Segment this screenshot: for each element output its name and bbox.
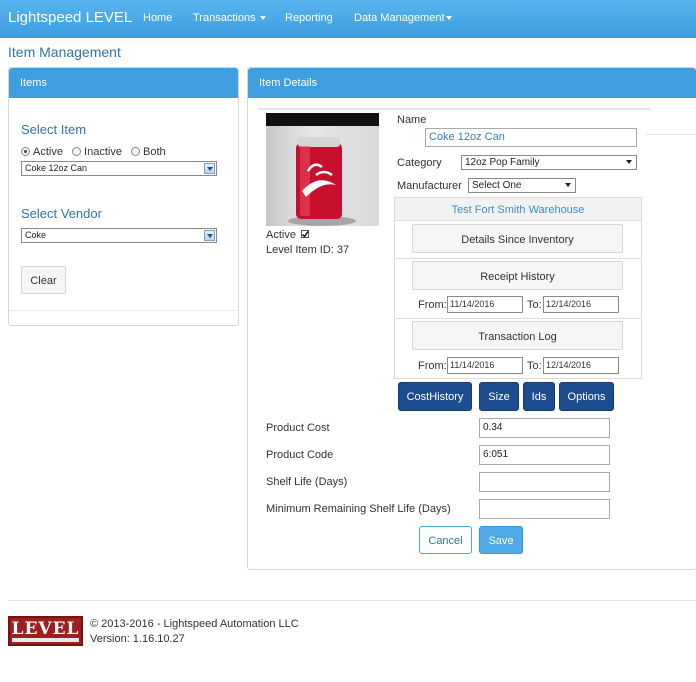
product-image bbox=[266, 113, 379, 226]
cost-history-button[interactable]: CostHistory bbox=[398, 382, 472, 411]
category-label: Category bbox=[397, 157, 442, 169]
items-panel: Items Select Item Active Inactive Both C… bbox=[8, 67, 239, 326]
product-code-input[interactable]: 6:051 bbox=[479, 445, 610, 465]
item-details-header: Item Details bbox=[248, 68, 696, 98]
panel-divider bbox=[9, 310, 238, 311]
items-panel-header: Items bbox=[9, 68, 238, 98]
nav-data-management[interactable]: Data Management bbox=[354, 12, 452, 24]
product-code-label: Product Code bbox=[266, 449, 334, 461]
radio-active-label: Active bbox=[33, 146, 63, 158]
radio-inactive-icon bbox=[72, 147, 82, 156]
manufacturer-label: Manufacturer bbox=[397, 180, 462, 192]
level-logo: LEVEL bbox=[8, 616, 83, 646]
nav-transactions-label: Transactions bbox=[193, 12, 256, 24]
clear-button[interactable]: Clear bbox=[21, 266, 66, 294]
product-cost-input[interactable]: 0.34 bbox=[479, 418, 610, 438]
item-select-value: Coke 12oz Can bbox=[25, 163, 88, 173]
top-navbar: Lightspeed LEVEL Home Transactions Repor… bbox=[0, 0, 696, 38]
details-since-inventory-button[interactable]: Details Since Inventory bbox=[412, 224, 623, 253]
radio-inactive[interactable]: Inactive bbox=[72, 146, 122, 158]
chevron-down-icon bbox=[445, 16, 452, 21]
inventory-box: Test Fort Smith Warehouse Details Since … bbox=[394, 197, 642, 379]
can-highlight bbox=[300, 146, 310, 216]
brand-title[interactable]: Lightspeed LEVEL bbox=[8, 9, 132, 26]
active-checkbox-row: Active bbox=[266, 229, 310, 241]
chevron-down-icon bbox=[204, 230, 215, 241]
shelf-life-input[interactable] bbox=[479, 472, 610, 492]
receipt-history-button[interactable]: Receipt History bbox=[412, 261, 623, 290]
log-from-date[interactable]: 11/14/2016 bbox=[447, 357, 523, 374]
transaction-log-button[interactable]: Transaction Log bbox=[412, 321, 623, 350]
cancel-button[interactable]: Cancel bbox=[419, 526, 472, 554]
log-to-label: To: bbox=[527, 360, 542, 372]
active-label: Active bbox=[266, 229, 296, 241]
chevron-down-icon bbox=[259, 16, 266, 21]
manufacturer-select[interactable]: Select One bbox=[468, 178, 576, 193]
receipt-from-label: From: bbox=[418, 299, 447, 311]
chevron-down-icon bbox=[563, 180, 574, 191]
item-select[interactable]: Coke 12oz Can bbox=[21, 161, 217, 176]
log-from-label: From: bbox=[418, 360, 447, 372]
chevron-down-icon bbox=[624, 157, 635, 168]
footer-divider bbox=[8, 600, 696, 601]
save-button[interactable]: Save bbox=[479, 526, 523, 554]
radio-active-icon bbox=[21, 147, 30, 156]
logo-text: LEVEL bbox=[11, 619, 80, 639]
level-item-id: Level Item ID: 37 bbox=[266, 244, 350, 256]
receipt-from-date[interactable]: 11/14/2016 bbox=[447, 296, 523, 313]
min-shelf-life-input[interactable] bbox=[479, 499, 610, 519]
category-select[interactable]: 12oz Pop Family bbox=[461, 155, 637, 170]
radio-both[interactable]: Both bbox=[131, 146, 166, 158]
receipt-to-label: To: bbox=[527, 299, 542, 311]
receipt-to-date[interactable]: 12/14/2016 bbox=[543, 296, 619, 313]
product-cost-label: Product Cost bbox=[266, 422, 330, 434]
nav-transactions[interactable]: Transactions bbox=[193, 12, 266, 24]
active-checkbox[interactable] bbox=[301, 230, 310, 238]
vendor-select-value: Coke bbox=[25, 230, 47, 240]
check-icon bbox=[302, 231, 309, 238]
nav-home[interactable]: Home bbox=[143, 12, 172, 24]
radio-inactive-label: Inactive bbox=[84, 146, 122, 158]
radio-both-label: Both bbox=[143, 146, 166, 158]
options-button[interactable]: Options bbox=[559, 382, 614, 411]
manufacturer-select-value: Select One bbox=[472, 180, 522, 191]
name-input[interactable]: Coke 12oz Can bbox=[425, 128, 637, 147]
copyright-text: © 2013-2016 - Lightspeed Automation LLC bbox=[90, 618, 299, 630]
divider bbox=[395, 258, 641, 259]
select-item-label: Select Item bbox=[21, 122, 87, 137]
nav-reporting[interactable]: Reporting bbox=[285, 12, 333, 24]
details-top-rule bbox=[258, 108, 650, 110]
category-select-value: 12oz Pop Family bbox=[465, 157, 540, 168]
page-title: Item Management bbox=[8, 44, 121, 60]
size-button[interactable]: Size bbox=[479, 382, 519, 411]
vendor-select[interactable]: Coke bbox=[21, 228, 217, 243]
chevron-down-icon bbox=[204, 163, 215, 174]
log-to-date[interactable]: 12/14/2016 bbox=[543, 357, 619, 374]
version-text: Version: 1.16.10.27 bbox=[90, 633, 185, 645]
can-top bbox=[298, 137, 340, 147]
min-shelf-life-label: Minimum Remaining Shelf Life (Days) bbox=[266, 503, 451, 515]
radio-active[interactable]: Active bbox=[21, 146, 63, 158]
radio-both-icon bbox=[131, 147, 141, 156]
nav-data-management-label: Data Management bbox=[354, 12, 445, 24]
name-label: Name bbox=[397, 114, 427, 126]
logo-tagline-bar bbox=[12, 638, 79, 642]
shelf-life-label: Shelf Life (Days) bbox=[266, 476, 348, 488]
details-side-rule bbox=[646, 134, 696, 135]
warehouse-name: Test Fort Smith Warehouse bbox=[395, 198, 641, 221]
coke-can-graphic bbox=[288, 137, 356, 226]
divider bbox=[395, 318, 641, 319]
select-vendor-label: Select Vendor bbox=[21, 206, 102, 221]
item-status-radios: Active Inactive Both bbox=[21, 146, 166, 158]
ids-button[interactable]: Ids bbox=[523, 382, 555, 411]
